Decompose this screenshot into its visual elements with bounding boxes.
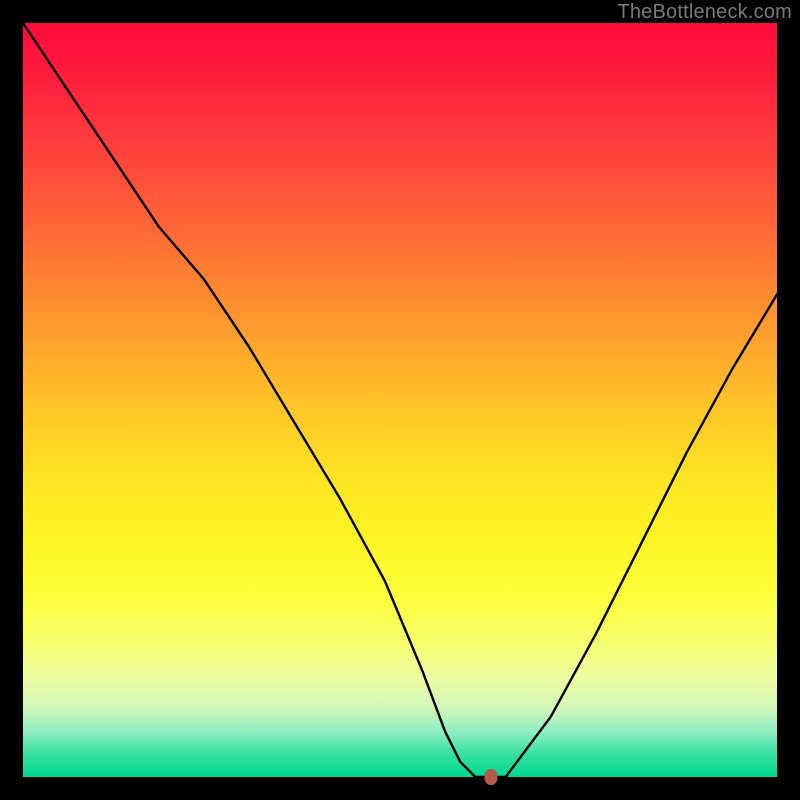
bottleneck-curve bbox=[23, 23, 777, 777]
watermark-text: TheBottleneck.com bbox=[617, 1, 792, 24]
plot-area bbox=[23, 23, 777, 777]
optimal-point-marker bbox=[484, 769, 497, 785]
curve-path bbox=[23, 23, 777, 777]
chart-frame: TheBottleneck.com bbox=[0, 0, 800, 800]
